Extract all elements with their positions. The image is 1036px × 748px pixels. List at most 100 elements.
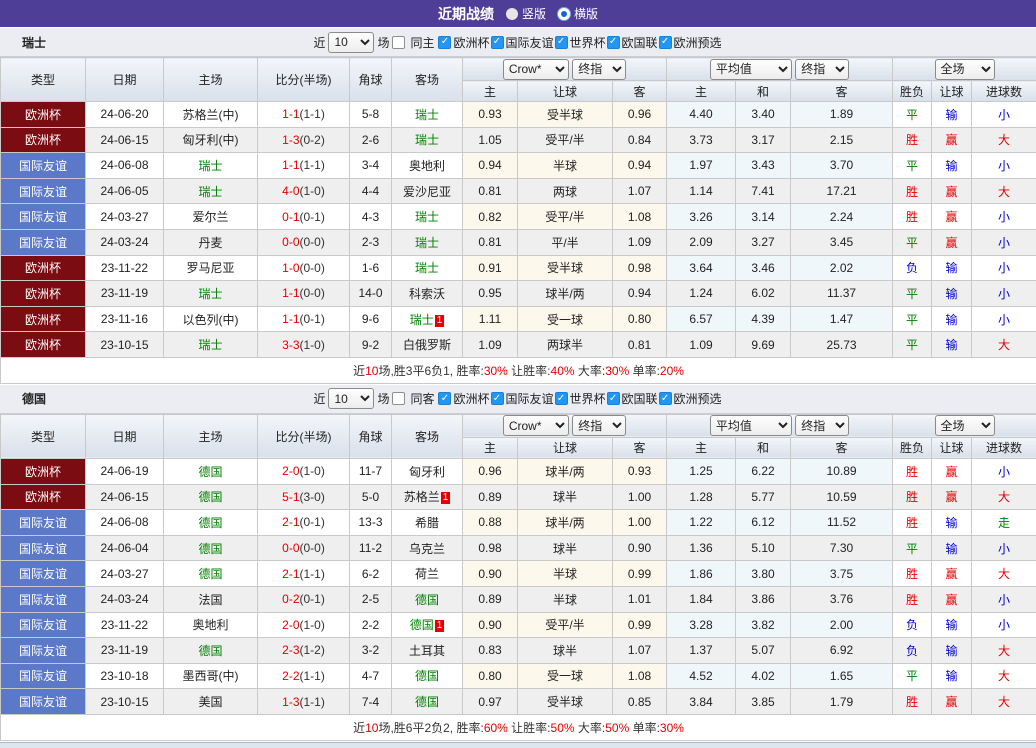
filter-bar: 近 10 场 同主 欧洲杯国际友谊世界杯欧国联欧洲预选 [313, 32, 722, 53]
away-team-name: 瑞士 [415, 261, 439, 275]
league-checkbox[interactable] [491, 36, 504, 49]
home-team: 德国 [164, 458, 258, 484]
fulltime-score: 3-3 [282, 338, 299, 352]
avg-away: 2.15 [791, 127, 893, 153]
score-cell: 3-3(1-0) [258, 332, 350, 358]
corners-cell: 2-6 [350, 127, 392, 153]
final-average-select[interactable]: 终指 [795, 415, 849, 436]
halftime-score: (0-0) [300, 541, 325, 555]
avg-home: 2.09 [667, 229, 736, 255]
result-goals: 大 [972, 178, 1036, 204]
league-checkbox[interactable] [438, 36, 451, 49]
home-team: 德国 [164, 535, 258, 561]
result-outcome: 平 [893, 332, 932, 358]
col-header-away: 客场 [392, 58, 463, 102]
fulltime-score: 0-0 [282, 235, 299, 249]
match-date: 23-10-15 [86, 689, 164, 715]
bookmaker-select[interactable]: Crow* [503, 59, 569, 80]
league-checkbox[interactable] [659, 392, 672, 405]
league-checkbox-label: 世界杯 [570, 34, 606, 51]
result-outcome: 胜 [893, 127, 932, 153]
fulltime-score: 1-1 [282, 158, 299, 172]
col-header-avg-away: 客 [791, 81, 893, 102]
league-tag: 国际友谊 [1, 586, 86, 612]
match-count-select[interactable]: 10 [328, 32, 374, 53]
same-venue-checkbox[interactable] [392, 392, 405, 405]
summary-segment: 30% [660, 721, 684, 735]
avg-away: 1.65 [791, 663, 893, 689]
match-row: 欧洲杯23-11-22罗马尼亚1-0(0-0)1-6瑞士0.91受半球0.983… [1, 255, 1036, 281]
result-handicap: 输 [932, 535, 972, 561]
league-checkbox[interactable] [438, 392, 451, 405]
filter-bar: 近 10 场 同客 欧洲杯国际友谊世界杯欧国联欧洲预选 [313, 388, 722, 409]
league-tag: 欧洲杯 [1, 306, 86, 332]
league-filter-group: 欧洲杯国际友谊世界杯欧国联欧洲预选 [438, 390, 722, 407]
odds-away: 0.81 [613, 332, 667, 358]
league-checkbox[interactable] [555, 392, 568, 405]
fulltime-score: 0-0 [282, 541, 299, 555]
odds-home: 0.90 [463, 612, 518, 638]
radio-on-icon[interactable] [558, 8, 570, 20]
result-outcome: 胜 [893, 561, 932, 587]
match-row: 国际友谊24-06-08德国2-1(0-1)13-3希腊0.88球半/两1.00… [1, 510, 1036, 536]
result-goals: 小 [972, 306, 1036, 332]
result-handicap: 赢 [932, 689, 972, 715]
summary-segment: 50% [605, 721, 629, 735]
league-checkbox[interactable] [607, 36, 620, 49]
layout-radio-horizontal[interactable]: 横版 [558, 5, 598, 22]
col-header-home: 主场 [164, 414, 258, 458]
same-venue-checkbox[interactable] [392, 36, 405, 49]
halftime-score: (1-1) [300, 158, 325, 172]
match-row: 国际友谊23-11-22奥地利2-0(1-0)2-2德国10.90受平/半0.9… [1, 612, 1036, 638]
league-checkbox-label: 国际友谊 [506, 34, 554, 51]
bookmaker-select[interactable]: Crow* [503, 415, 569, 436]
summary-segment: 让胜率: [508, 364, 551, 378]
away-team: 荷兰 [392, 561, 463, 587]
avg-draw: 3.40 [736, 102, 791, 128]
col-header-odds-home: 主 [463, 437, 518, 458]
match-count-select[interactable]: 10 [328, 388, 374, 409]
halftime-score: (1-0) [300, 184, 325, 198]
fulltime-select[interactable]: 全场 [935, 415, 995, 436]
fulltime-select[interactable]: 全场 [935, 59, 995, 80]
away-team: 德国 [392, 663, 463, 689]
home-team-name: 瑞士 [198, 338, 222, 352]
odds-home: 0.88 [463, 510, 518, 536]
home-team-name: 以色列(中) [183, 313, 239, 327]
final-average-select[interactable]: 终指 [795, 59, 849, 80]
col-header-type: 类型 [1, 414, 86, 458]
corners-cell: 3-4 [350, 153, 392, 179]
result-goals: 小 [972, 281, 1036, 307]
final-odds-select[interactable]: 终指 [572, 415, 626, 436]
final-odds-select[interactable]: 终指 [572, 59, 626, 80]
average-select[interactable]: 平均值 [710, 415, 792, 436]
result-goals: 小 [972, 102, 1036, 128]
col-header-odds-handicap: 让球 [518, 437, 613, 458]
league-tag: 国际友谊 [1, 561, 86, 587]
league-checkbox[interactable] [607, 392, 620, 405]
league-checkbox[interactable] [491, 392, 504, 405]
odds-handicap: 受半球 [518, 102, 613, 128]
odds-handicap: 受平/半 [518, 204, 613, 230]
result-group-header: 全场 [893, 58, 1036, 81]
corners-cell: 4-3 [350, 204, 392, 230]
avg-draw: 5.77 [736, 484, 791, 510]
filter-near-label: 近 [313, 390, 325, 407]
layout-radio-vertical[interactable]: 竖版 [506, 5, 546, 22]
home-team: 德国 [164, 510, 258, 536]
league-tag: 国际友谊 [1, 178, 86, 204]
result-outcome: 胜 [893, 458, 932, 484]
avg-away: 6.92 [791, 638, 893, 664]
col-header-corners: 角球 [350, 58, 392, 102]
odds-home: 0.80 [463, 663, 518, 689]
league-checkbox[interactable] [659, 36, 672, 49]
league-checkbox[interactable] [555, 36, 568, 49]
radio-off-icon[interactable] [506, 8, 518, 20]
col-header-result-goals: 进球数 [972, 81, 1036, 102]
home-team-name: 爱尔兰 [192, 210, 228, 224]
average-select[interactable]: 平均值 [710, 59, 792, 80]
odds-home: 0.89 [463, 484, 518, 510]
col-header-avg-draw: 和 [736, 81, 791, 102]
next-section-edge [0, 742, 1036, 748]
fulltime-score: 1-3 [282, 695, 299, 709]
